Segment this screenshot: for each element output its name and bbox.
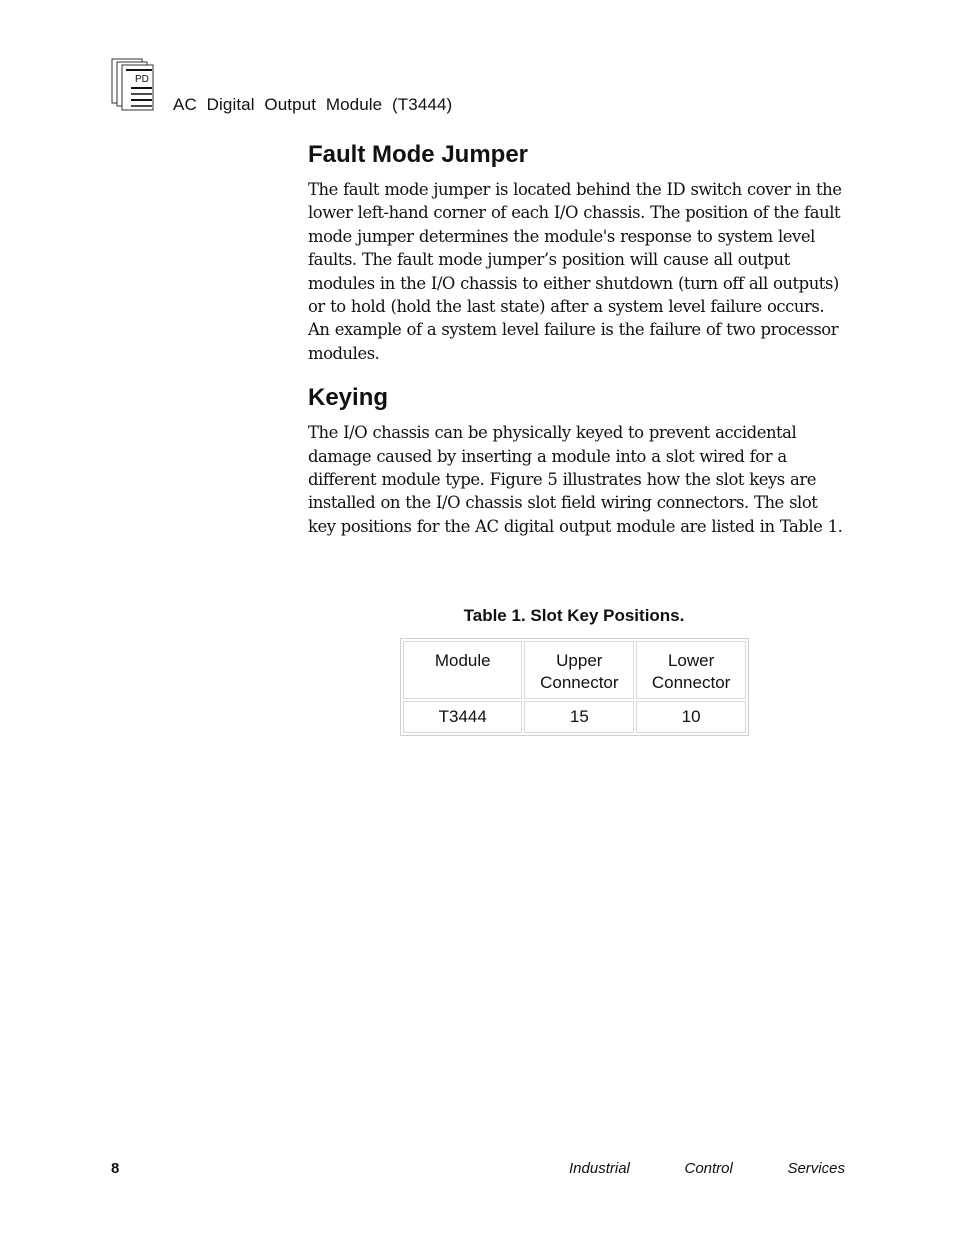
- header-line: Lower: [667, 651, 715, 670]
- table-header-row: Module Upper Connector Lower Connector: [403, 641, 746, 699]
- page-number: 8: [111, 1160, 120, 1177]
- footer-word: Control: [684, 1160, 733, 1177]
- cell-lower-connector: 10: [636, 701, 746, 733]
- footer-company-name: Industrial Control Services: [569, 1160, 845, 1177]
- cell-module: T3444: [403, 701, 523, 733]
- section-body-keying: The I/O chassis can be physically keyed …: [308, 423, 843, 536]
- column-header-upper-connector: Upper Connector: [524, 641, 635, 699]
- column-header-module: Module: [403, 641, 523, 699]
- logo-text: PD: [135, 74, 149, 85]
- footer-word: Industrial: [569, 1160, 630, 1177]
- cell-upper-connector: 15: [524, 701, 635, 733]
- section-heading-fault-mode-jumper: Fault Mode Jumper: [308, 141, 529, 168]
- table-caption: Table 1. Slot Key Positions.: [463, 606, 685, 625]
- header-line: Connector: [651, 673, 731, 692]
- section-body-fault-mode-jumper: The fault mode jumper is located behind …: [308, 180, 842, 363]
- header-line: Module: [434, 651, 491, 670]
- pd-document-stack-icon: PD: [111, 58, 157, 112]
- main-content: Fault Mode Jumper The fault mode jumper …: [308, 138, 848, 538]
- slot-key-table: Module Upper Connector Lower Connector T…: [400, 638, 749, 736]
- footer-word: Services: [787, 1160, 845, 1177]
- section-heading-keying: Keying: [308, 384, 389, 412]
- header-line: Upper: [556, 651, 603, 670]
- table-row: T3444 15 10: [403, 701, 746, 733]
- running-header-title: AC Digital Output Module (T3444): [173, 95, 453, 114]
- column-header-lower-connector: Lower Connector: [636, 641, 746, 699]
- header-line: Connector: [540, 673, 619, 692]
